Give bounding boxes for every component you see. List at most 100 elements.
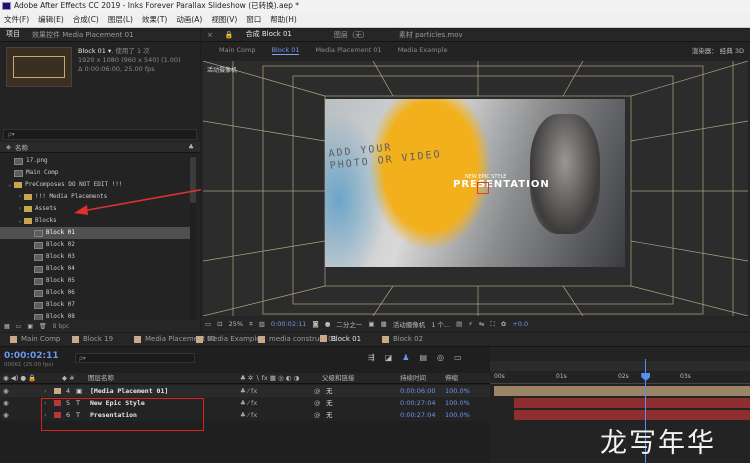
menu-edit[interactable]: 编辑(E) — [38, 14, 64, 25]
breadcrumb-media-placement[interactable]: Media Placement 01 — [315, 46, 381, 54]
layer-duration-bar[interactable] — [514, 398, 750, 408]
eye-icon[interactable]: ◉ — [3, 385, 9, 397]
project-item[interactable]: Block 04 — [0, 263, 190, 275]
column-duration[interactable]: 持续时间 — [400, 373, 426, 384]
new-folder-icon[interactable]: ▭ — [16, 323, 22, 330]
composition-viewer[interactable]: 活动摄像机 ADD YOUR PHOTO OR VIDEO NEW EPIC S… — [203, 61, 748, 316]
layer-duration-bar[interactable] — [494, 386, 750, 396]
comp-color-chip — [320, 335, 327, 342]
lock-icon[interactable]: 🔒 — [219, 29, 240, 41]
flowchart-icon[interactable]: ⛶ — [490, 320, 495, 329]
comp-color-chip — [196, 335, 203, 343]
breadcrumb-main-comp[interactable]: Main Comp — [219, 46, 256, 54]
column-stretch[interactable]: 伸缩 — [445, 373, 458, 384]
breadcrumb-block-01[interactable]: Block 01 — [271, 46, 300, 55]
show-channel-icon[interactable]: ● — [325, 320, 331, 328]
new-comp-icon[interactable]: ▣ — [27, 323, 33, 330]
timeline-tab[interactable]: Media Example — [186, 333, 261, 346]
trash-icon[interactable]: 🗑 — [39, 323, 47, 330]
project-item[interactable]: Block 05 — [0, 275, 190, 287]
project-item-name: 17.png — [26, 157, 48, 164]
comp-mini-flowchart-icon[interactable]: ⇶ — [368, 353, 375, 362]
composition-icon — [34, 289, 43, 297]
timeline-tab[interactable]: Media Placement 01 — [124, 333, 216, 346]
project-item[interactable]: Block 07 — [0, 299, 190, 311]
transparency-grid-icon[interactable]: ▦ — [381, 320, 387, 328]
fast-previews-icon[interactable]: ⚡ — [468, 320, 473, 328]
timeline-search-input[interactable]: ρ▾ — [75, 353, 195, 363]
motion-blur-icon[interactable]: ◎ — [437, 353, 444, 362]
menu-view[interactable]: 视图(V) — [211, 14, 237, 25]
timeline-tab[interactable]: Block 19 — [62, 333, 124, 346]
tab-effect-controls[interactable]: 效果控件 Media Placement 01 — [26, 29, 140, 41]
label-color-chip — [54, 388, 61, 394]
breadcrumb-media-example[interactable]: Media Example — [398, 46, 448, 54]
tab-project[interactable]: 项目 — [0, 29, 26, 41]
project-tabs: 项目 效果控件 Media Placement 01 — [0, 29, 200, 42]
project-search-input[interactable]: ρ▾ — [3, 129, 197, 140]
project-item[interactable]: Block 06 — [0, 287, 190, 299]
reset-exposure-icon[interactable]: ✿ — [501, 320, 506, 328]
item-duration: Δ 0:00:06:00, 25.00 fps — [78, 65, 155, 73]
layer-duration-bar[interactable] — [514, 410, 750, 420]
layer-parent[interactable]: 无 — [326, 409, 333, 421]
exposure-value[interactable]: +0.0 — [512, 320, 528, 328]
project-item[interactable]: Main Comp — [0, 167, 190, 179]
layer-column-header: ◉ ◀) ● 🔒 ◆ # 图层名称 ♣ ✲ ∖ fx ▦ ◎ ◐ ◑ 父级和链接… — [0, 373, 490, 384]
region-of-interest-icon[interactable]: ▣ — [368, 320, 374, 328]
menu-file[interactable]: 文件(F) — [4, 14, 29, 25]
menu-layer[interactable]: 图层(L) — [108, 14, 133, 25]
project-item[interactable]: 17.png — [0, 155, 190, 167]
menu-window[interactable]: 窗口 — [246, 14, 261, 25]
eye-icon[interactable]: ◉ — [3, 409, 9, 421]
time-ruler[interactable]: 00s 01s 02s 03s — [490, 372, 750, 384]
grid-guides-icon[interactable]: ⊡ — [217, 320, 222, 328]
fit-icon[interactable]: ⌗ — [249, 320, 253, 329]
current-time[interactable]: 0:00:02:11 — [4, 351, 59, 361]
layer-parent[interactable]: 无 — [326, 397, 333, 409]
project-item-name: Block 01 — [46, 229, 75, 236]
timeline-tab[interactable]: Main Comp — [0, 333, 62, 346]
renderer-setting[interactable]: 渲染器： 经典 3D — [692, 45, 744, 55]
bpc-label[interactable]: 8 bpc — [53, 323, 70, 330]
graph-editor-icon[interactable]: ▭ — [454, 353, 462, 362]
menu-effect[interactable]: 效果(T) — [142, 14, 167, 25]
layer-name[interactable]: [Media Placement 01] — [90, 385, 168, 397]
project-item-name: Block 04 — [46, 265, 75, 272]
tab-composition[interactable]: 合成 Block 01 — [240, 29, 298, 41]
column-parent[interactable]: 父级和链接 — [322, 373, 355, 384]
column-layer-name[interactable]: 图层名称 — [88, 373, 114, 384]
close-icon[interactable]: × — [201, 29, 219, 41]
magnification-dropdown[interactable]: 25% — [229, 320, 243, 328]
interpret-footage-icon[interactable]: ▦ — [4, 323, 10, 330]
tab-layer[interactable]: 图层（无） — [328, 29, 375, 41]
view-dropdown[interactable]: 活动摄像机 — [393, 319, 426, 329]
eye-icon[interactable]: ◉ — [3, 397, 9, 409]
tab-footage[interactable]: 素材 particles.mov — [393, 29, 469, 41]
draft-3d-icon[interactable]: ◪ — [385, 353, 393, 362]
always-preview-icon[interactable]: ▭ — [205, 320, 211, 328]
menu-help[interactable]: 帮助(H) — [270, 14, 297, 25]
resolution-dropdown[interactable]: 二分之一 — [336, 319, 362, 329]
viewer-timecode[interactable]: 0:00:02:11 — [271, 320, 307, 328]
frame-blending-icon[interactable]: ▤ — [419, 353, 427, 362]
timeline-tab[interactable]: Block 01 — [310, 333, 372, 346]
menu-composition[interactable]: 合成(C) — [73, 14, 99, 25]
layer-row[interactable]: ◉ › 4 ▣ [Media Placement 01] ♣ ⁄ fx @ 无 0:00:06:… — [0, 385, 490, 397]
shy-layers-icon[interactable]: ♟ — [402, 353, 409, 362]
project-item[interactable]: Block 01 — [0, 227, 190, 239]
snapshot-icon[interactable]: ◙ — [312, 320, 318, 328]
work-area-bar[interactable] — [490, 361, 750, 371]
layer-parent[interactable]: 无 — [326, 385, 333, 397]
mask-visibility-icon[interactable]: ▥ — [259, 320, 265, 328]
project-item[interactable]: Block 02 — [0, 239, 190, 251]
view-layout-dropdown[interactable]: 1 个... — [431, 319, 450, 329]
timeline-tab[interactable]: media construct 01 — [248, 333, 337, 346]
timeline-panel: Main Comp Block 19 Media Placement 01 Media… — [0, 333, 750, 463]
toggle-pixel-aspect-icon[interactable]: ▤ — [456, 320, 462, 328]
project-item[interactable]: Block 03 — [0, 251, 190, 263]
timeline-tab[interactable]: Block 02 — [372, 333, 434, 346]
timeline-link-icon[interactable]: ⇆ — [479, 320, 484, 328]
anchor-point-handle[interactable] — [477, 182, 489, 194]
menu-animation[interactable]: 动画(A) — [176, 14, 202, 25]
